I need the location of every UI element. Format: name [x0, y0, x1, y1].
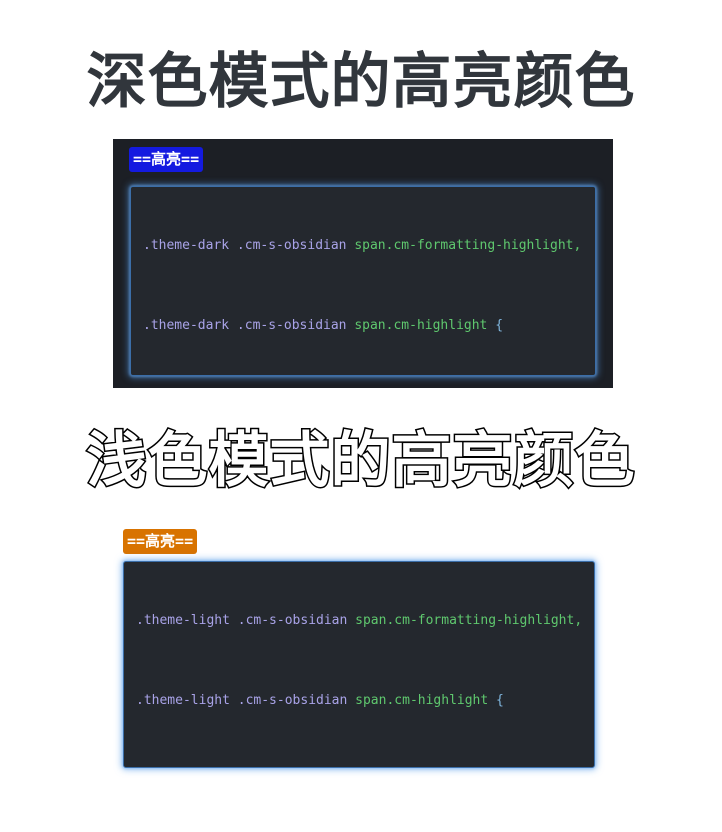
code-line: .theme-dark .cm-s-obsidian span.cm-highl… — [143, 316, 583, 336]
css-brace-open: { — [495, 318, 504, 333]
css-selector: .theme-dark — [143, 238, 230, 253]
code-line: .theme-light .cm-s-obsidian span.cm-high… — [136, 691, 582, 711]
css-comma: , — [574, 613, 583, 628]
page-root: 深色模式的高亮颜色 ==高亮== .theme-dark .cm-s-obsid… — [0, 0, 722, 832]
css-selector: .cm-s-obsidian — [236, 238, 347, 253]
css-selector: .theme-dark — [143, 318, 230, 333]
css-selector: .cm-s-obsidian — [237, 613, 348, 628]
code-block-dark[interactable]: .theme-dark .cm-s-obsidian span.cm-forma… — [130, 186, 596, 376]
css-comma: , — [573, 238, 582, 253]
code-line: .theme-light .cm-s-obsidian span.cm-form… — [136, 611, 582, 631]
css-selector: .cm-s-obsidian — [237, 693, 348, 708]
heading-dark-mode: 深色模式的高亮颜色 — [86, 48, 636, 115]
highlight-badge-light: ==高亮== — [123, 529, 198, 554]
code-line: .theme-dark .cm-s-obsidian span.cm-forma… — [143, 236, 583, 256]
dark-mode-section: ==高亮== .theme-dark .cm-s-obsidian span.c… — [113, 139, 613, 388]
css-tag-selector: span.cm-highlight — [354, 318, 488, 333]
css-selector: .theme-light — [136, 613, 230, 628]
css-selector: .theme-light — [136, 693, 230, 708]
code-block-light[interactable]: .theme-light .cm-s-obsidian span.cm-form… — [123, 561, 595, 768]
css-tag-selector: span.cm-formatting-highlight — [354, 238, 574, 253]
css-brace-open: { — [496, 693, 504, 708]
css-selector: .cm-s-obsidian — [236, 318, 347, 333]
css-tag-selector: span.cm-highlight — [355, 693, 489, 708]
heading-light-mode: 浅色模式的高亮颜色 — [85, 426, 636, 496]
highlight-badge-dark: ==高亮== — [129, 147, 204, 172]
css-tag-selector: span.cm-formatting-highlight — [355, 613, 575, 628]
